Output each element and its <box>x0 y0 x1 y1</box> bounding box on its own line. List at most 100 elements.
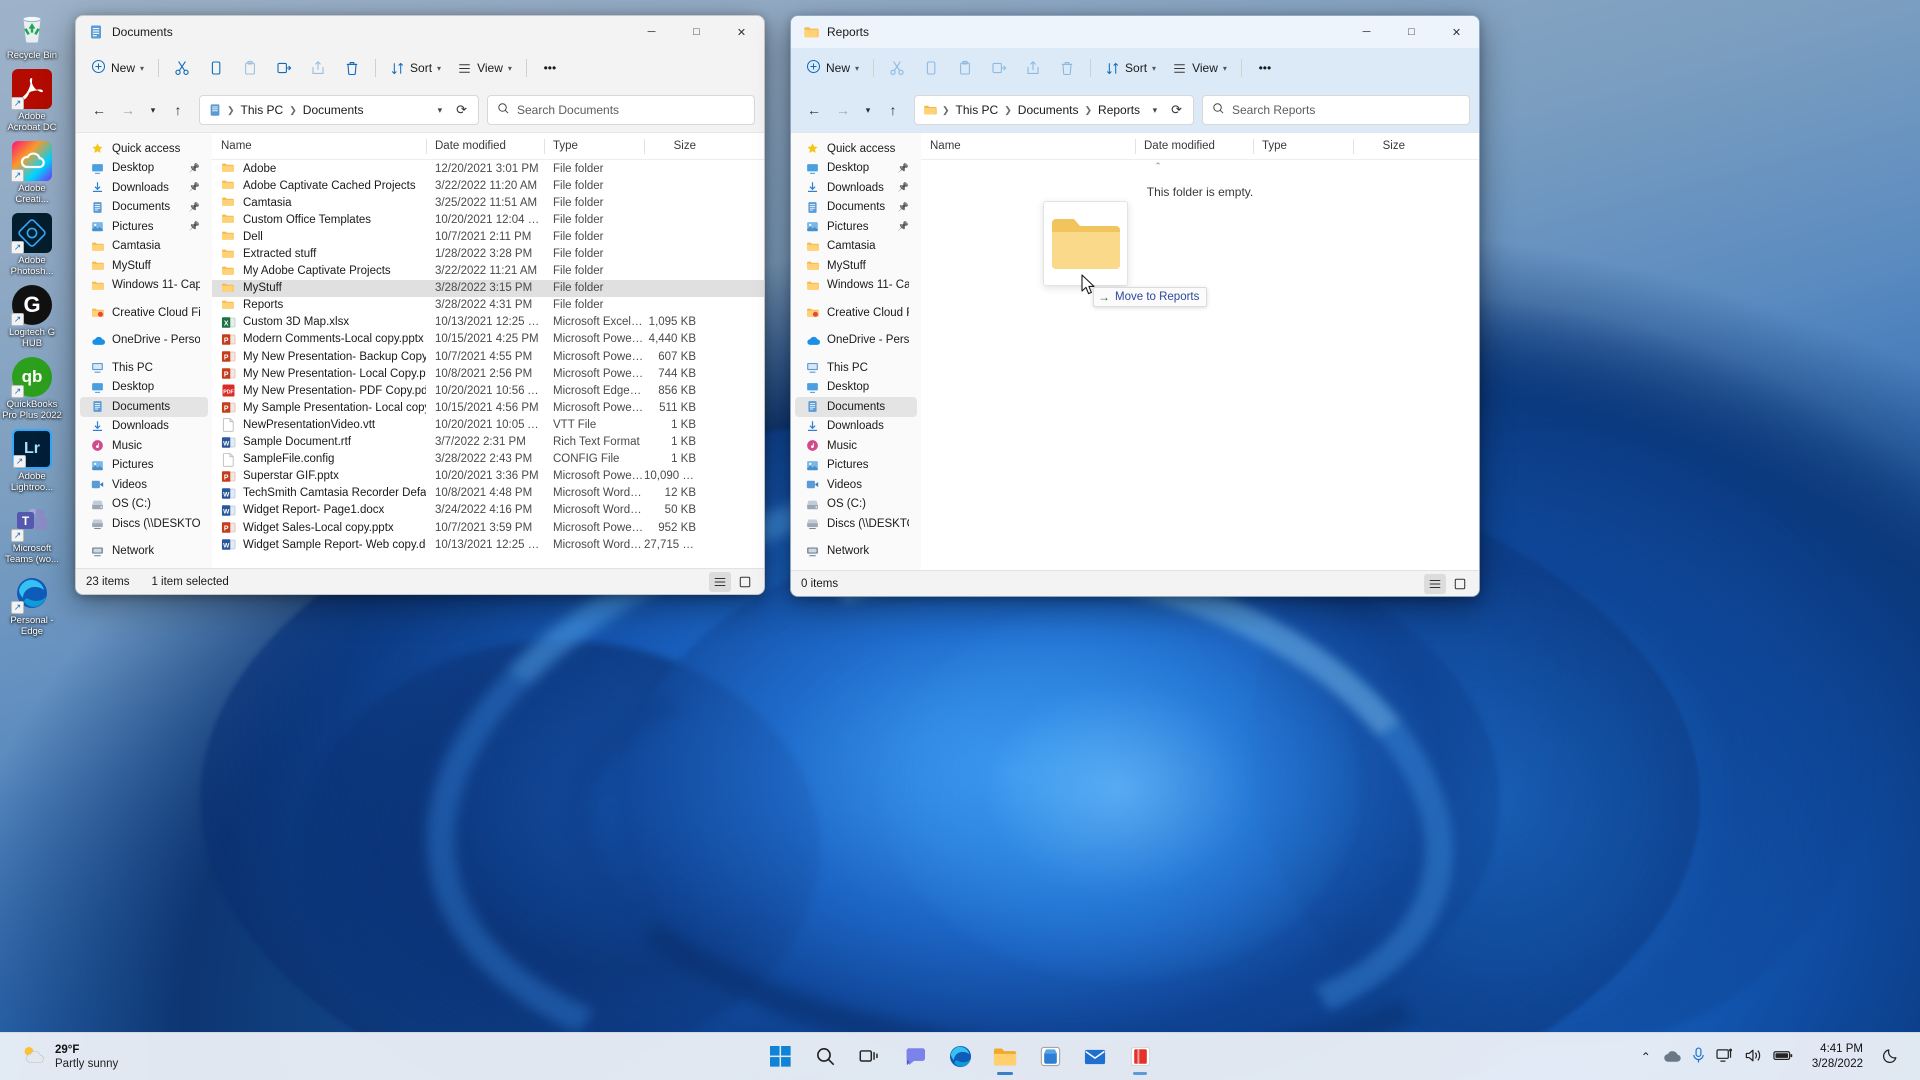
cut-button[interactable] <box>881 53 913 83</box>
file-row[interactable]: PMy Sample Presentation- Local copy.pptx… <box>212 399 764 416</box>
chat-button[interactable] <box>895 1037 935 1077</box>
file-row[interactable]: WSample Document.rtf3/7/2022 2:31 PMRich… <box>212 434 764 451</box>
file-row[interactable]: WWidget Sample Report- Web copy.docx10/1… <box>212 536 764 553</box>
minimize-button[interactable]: ─ <box>1344 16 1389 48</box>
more-options-button[interactable]: ••• <box>1249 53 1281 83</box>
pin-icon[interactable]: 📌 <box>898 221 909 232</box>
search-input[interactable] <box>517 103 745 117</box>
file-list-pane[interactable]: NameDate modifiedTypeSize ⌃ This folder … <box>921 133 1479 570</box>
column-header-type[interactable]: Type <box>544 133 644 160</box>
copy-button[interactable] <box>915 53 947 83</box>
nav-item-os-c[interactable]: OS (C:) <box>80 495 208 515</box>
edge-button[interactable] <box>940 1037 980 1077</box>
nav-item-desktop[interactable]: Desktop📌 <box>795 159 917 179</box>
refresh-button[interactable]: ⟳ <box>449 102 474 118</box>
file-row[interactable]: WWidget Report- Page1.docx3/24/2022 4:16… <box>212 502 764 519</box>
desktop-icon-adobe-creative-cloud[interactable]: ↗ Adobe Creati... <box>0 141 64 205</box>
view-button[interactable]: View ▾ <box>1165 53 1234 83</box>
sort-button[interactable]: Sort ▾ <box>1098 53 1163 83</box>
column-header-name[interactable]: Name <box>921 133 1135 160</box>
nav-item-quick-access[interactable]: Quick access <box>795 139 917 159</box>
search-button[interactable] <box>805 1037 845 1077</box>
search-box[interactable] <box>1202 95 1470 125</box>
file-row[interactable]: Adobe Captivate Cached Projects3/22/2022… <box>212 177 764 194</box>
breadcrumb-item-documents[interactable]: Documents <box>298 100 369 120</box>
titlebar[interactable]: Reports ─ □ ✕ <box>791 16 1479 48</box>
share-button[interactable] <box>1017 53 1049 83</box>
nav-item-desktop[interactable]: Desktop <box>795 378 917 398</box>
file-row[interactable]: PWidget Sales-Local copy.pptx10/7/2021 3… <box>212 519 764 536</box>
paste-button[interactable] <box>234 53 266 83</box>
file-row[interactable]: PDFMy New Presentation- PDF Copy.pdf10/2… <box>212 382 764 399</box>
file-explorer-window-documents[interactable]: Documents ─ □ ✕ New ▾ <box>75 15 765 595</box>
nav-item-mystuff[interactable]: MyStuff <box>795 256 917 276</box>
refresh-button[interactable]: ⟳ <box>1164 102 1189 118</box>
file-row[interactable]: PModern Comments-Local copy.pptx10/15/20… <box>212 331 764 348</box>
file-row[interactable]: Dell10/7/2021 2:11 PMFile folder <box>212 228 764 245</box>
nav-item-discs-desktop-2[interactable]: Discs (\\DESKTOP-2 <box>795 514 917 534</box>
sort-button[interactable]: Sort ▾ <box>383 53 448 83</box>
start-button[interactable] <box>760 1037 800 1077</box>
pin-icon[interactable]: 📌 <box>189 163 200 174</box>
breadcrumb[interactable]: ❯ This PC ❯ Documents ❯ Reports ▾ ⟳ <box>914 95 1194 125</box>
breadcrumb[interactable]: ❯ This PC ❯ Documents ▾ ⟳ <box>199 95 479 125</box>
cut-button[interactable] <box>166 53 198 83</box>
nav-item-this-pc[interactable]: This PC <box>80 358 208 378</box>
file-row[interactable]: Custom Office Templates10/20/2021 12:04 … <box>212 211 764 228</box>
file-row[interactable]: NewPresentationVideo.vtt10/20/2021 10:05… <box>212 416 764 433</box>
file-row[interactable]: MyStuff3/28/2022 3:15 PMFile folder <box>212 280 764 297</box>
file-row[interactable]: Camtasia3/25/2022 11:51 AMFile folder <box>212 194 764 211</box>
delete-button[interactable] <box>336 53 368 83</box>
file-row[interactable]: My Adobe Captivate Projects3/22/2022 11:… <box>212 263 764 280</box>
recent-locations-button[interactable]: ▾ <box>858 96 878 124</box>
maximize-button[interactable]: □ <box>674 16 719 48</box>
pin-icon[interactable]: 📌 <box>189 202 200 213</box>
file-list[interactable]: Adobe12/20/2021 3:01 PMFile folderAdobe … <box>212 160 764 553</box>
close-button[interactable]: ✕ <box>719 16 764 48</box>
column-header-size[interactable]: Size <box>1353 133 1415 160</box>
search-box[interactable] <box>487 95 755 125</box>
nav-item-os-c[interactable]: OS (C:) <box>795 495 917 515</box>
share-button[interactable] <box>302 53 334 83</box>
search-input[interactable] <box>1232 103 1460 117</box>
nav-item-pictures[interactable]: Pictures📌 <box>80 217 208 237</box>
nav-item-creative-cloud-files[interactable]: Creative Cloud Files <box>80 303 208 323</box>
nav-item-quick-access[interactable]: Quick access <box>80 139 208 159</box>
back-button[interactable]: ← <box>800 96 828 124</box>
desktop-icon-recycle-bin[interactable]: Recycle Bin <box>0 8 64 61</box>
nav-item-windows-11-captu[interactable]: Windows 11- Captu <box>80 276 208 296</box>
up-button[interactable]: ↑ <box>879 96 907 124</box>
new-button[interactable]: New ▾ <box>799 53 866 83</box>
clock[interactable]: 4:41 PM 3/28/2022 <box>1804 1037 1871 1077</box>
new-button[interactable]: New ▾ <box>84 53 151 83</box>
nav-item-documents[interactable]: Documents <box>795 397 917 417</box>
large-icons-view-button[interactable] <box>734 572 756 592</box>
breadcrumb-dropdown-icon[interactable]: ▾ <box>1146 105 1165 116</box>
titlebar[interactable]: Documents ─ □ ✕ <box>76 16 764 48</box>
view-button[interactable]: View ▾ <box>450 53 519 83</box>
file-row[interactable]: PSuperstar GIF.pptx10/20/2021 3:36 PMMic… <box>212 468 764 485</box>
microsoft-store-button[interactable] <box>1030 1037 1070 1077</box>
mail-button[interactable] <box>1075 1037 1115 1077</box>
nav-item-videos[interactable]: Videos <box>80 475 208 495</box>
nav-item-this-pc[interactable]: This PC <box>795 358 917 378</box>
details-view-button[interactable] <box>1424 574 1446 594</box>
navigation-pane[interactable]: Quick accessDesktop📌Downloads📌 Documents 📌… <box>76 133 212 568</box>
up-button[interactable]: ↑ <box>164 96 192 124</box>
nav-item-music[interactable]: Music <box>80 436 208 456</box>
large-icons-view-button[interactable] <box>1449 574 1471 594</box>
maximize-button[interactable]: □ <box>1389 16 1434 48</box>
file-row[interactable]: PMy New Presentation- Backup Copy.pptx10… <box>212 348 764 365</box>
rename-button[interactable] <box>983 53 1015 83</box>
details-view-button[interactable] <box>709 572 731 592</box>
nav-item-onedrive-personal[interactable]: OneDrive - Personal <box>795 331 917 351</box>
nav-item-desktop[interactable]: Desktop📌 <box>80 159 208 179</box>
nav-item-documents[interactable]: Documents <box>80 397 208 417</box>
pin-icon[interactable]: 📌 <box>189 221 200 232</box>
breadcrumb-item-reports[interactable]: Reports <box>1093 100 1145 120</box>
desktop-icon-adobe-lightroom[interactable]: Lr ↗ Adobe Lightroo... <box>0 429 64 493</box>
nav-item-downloads[interactable]: Downloads📌 <box>80 178 208 198</box>
column-header-name[interactable]: Name <box>212 133 426 160</box>
notifications-button[interactable] <box>1873 1047 1910 1067</box>
network-icon[interactable] <box>1716 1048 1734 1066</box>
